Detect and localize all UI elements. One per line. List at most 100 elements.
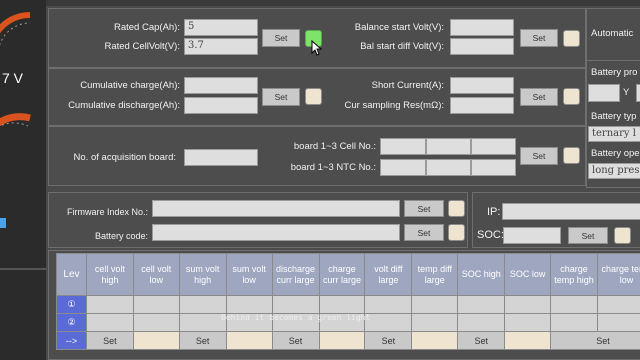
mouse-cursor-icon <box>311 40 323 56</box>
header-cell-volt-high: cell volt high <box>85 253 134 296</box>
battery-code-status-light <box>448 224 465 241</box>
table-cell[interactable] <box>85 295 134 314</box>
bal-diff-input[interactable] <box>450 38 514 55</box>
volt-diff-set-button[interactable]: Set <box>364 331 413 350</box>
gauge-top <box>0 12 31 46</box>
strip-divider <box>0 268 46 270</box>
current-set-button[interactable]: Set <box>520 88 558 106</box>
table-cell[interactable] <box>318 295 366 314</box>
header-volt-diff-large: volt diff large <box>364 253 413 296</box>
table-cell[interactable] <box>457 295 506 314</box>
ntc-no-input-1[interactable] <box>380 159 426 176</box>
top-edge-bar <box>46 0 640 6</box>
discharge-curr-set-button[interactable]: Set <box>271 331 320 350</box>
cell-no-input-2[interactable] <box>426 138 471 155</box>
battery-type-label: Battery typ <box>591 111 637 122</box>
table-cell[interactable] <box>178 313 227 332</box>
header-sum-volt-low: sum volt low <box>225 253 273 296</box>
temp-diff-status-light <box>411 331 459 350</box>
table-cell[interactable] <box>132 295 180 314</box>
table-cell[interactable] <box>504 313 552 332</box>
level-2-marker: ② <box>56 313 87 332</box>
charge-curr-status-light <box>318 331 366 350</box>
cum-charge-input[interactable] <box>184 77 258 94</box>
table-cell[interactable] <box>364 313 413 332</box>
ip-input[interactable] <box>502 203 640 220</box>
cum-discharge-label: Cumulative discharge(Ah): <box>68 100 180 111</box>
sum-volt-low-status-light <box>225 331 273 350</box>
rated-cap-label: Rated Cap(Ah): <box>113 22 180 33</box>
table-cell[interactable] <box>550 313 598 332</box>
ntc-no-label: board 1~3 NTC No.: <box>290 162 376 173</box>
table-row: --> Set Set Set Set Set Set <box>56 331 640 350</box>
short-current-label: Short Current(A): <box>371 80 444 91</box>
table-cell[interactable] <box>271 295 320 314</box>
cur-sampling-input[interactable] <box>450 97 514 114</box>
cumulative-status-light <box>305 88 322 105</box>
battery-pro-input-2[interactable] <box>636 84 640 102</box>
battery-code-input[interactable] <box>152 224 400 241</box>
cum-charge-label: Cumulative charge(Ah): <box>80 80 180 91</box>
battery-ope-label: Battery ope <box>591 148 640 159</box>
table-cell[interactable] <box>225 295 273 314</box>
voltage-readout: 7 V <box>2 70 24 86</box>
charge-temp-set-button[interactable]: Set <box>550 331 640 350</box>
cell-volt-high-set-button[interactable]: Set <box>85 331 134 350</box>
soc-high-set-button[interactable]: Set <box>457 331 506 350</box>
soc-input[interactable] <box>503 227 561 244</box>
alarm-level-table: Lev cell volt high cell volt low sum vol… <box>56 253 640 350</box>
ntc-no-input-3[interactable] <box>471 159 516 176</box>
rated-set-button[interactable]: Set <box>262 29 300 47</box>
sum-volt-high-set-button[interactable]: Set <box>178 331 227 350</box>
automatic-label: Automatic <box>591 28 634 39</box>
ntc-no-input-2[interactable] <box>426 159 471 176</box>
firmware-set-button[interactable]: Set <box>404 200 444 217</box>
table-cell[interactable] <box>132 313 180 332</box>
header-charge-temp-low: charge temp low <box>597 253 640 296</box>
table-cell[interactable] <box>550 295 598 314</box>
table-cell[interactable] <box>504 295 552 314</box>
table-cell[interactable] <box>457 313 506 332</box>
battery-code-label: Battery code: <box>94 231 148 241</box>
header-charge-temp-high: charge temp high <box>550 253 598 296</box>
table-cell[interactable] <box>597 295 640 314</box>
battery-pro-input[interactable] <box>588 84 620 102</box>
ip-label: IP: <box>487 206 501 218</box>
cum-discharge-input[interactable] <box>184 97 258 114</box>
cell-no-input-1[interactable] <box>380 138 426 155</box>
cell-no-label: board 1~3 Cell No.: <box>293 141 376 152</box>
firmware-label: Firmware Index No.: <box>66 207 148 217</box>
right-divider-1 <box>586 60 640 61</box>
battery-ope-select[interactable]: long pres <box>588 163 640 179</box>
table-cell[interactable] <box>85 313 134 332</box>
battery-code-set-button[interactable]: Set <box>404 224 444 241</box>
table-cell[interactable] <box>411 295 459 314</box>
acquisition-status-light <box>563 147 580 164</box>
balance-status-light <box>563 30 580 47</box>
soc-status-light <box>614 227 631 244</box>
cell-volt-low-status-light <box>132 331 180 350</box>
short-current-input[interactable] <box>450 77 514 94</box>
battery-type-select[interactable]: ternary l <box>588 126 640 142</box>
rated-cap-input[interactable]: 5 <box>184 19 258 36</box>
cumulative-set-button[interactable]: Set <box>262 88 300 106</box>
acq-board-input[interactable] <box>184 149 258 166</box>
cell-no-input-3[interactable] <box>471 138 516 155</box>
balance-start-label: Balance start Volt(V): <box>354 22 444 33</box>
table-cell[interactable] <box>597 313 640 332</box>
header-temp-diff-large: temp diff large <box>411 253 459 296</box>
rated-cellvolt-input[interactable]: 3.7 <box>184 38 258 55</box>
balance-start-input[interactable] <box>450 19 514 36</box>
rated-cellvolt-label: Rated CellVolt(V): <box>104 41 180 52</box>
table-cell[interactable] <box>411 313 459 332</box>
table-cell[interactable] <box>178 295 227 314</box>
acquisition-set-button[interactable]: Set <box>520 147 558 165</box>
firmware-input[interactable] <box>152 200 400 217</box>
table-cell[interactable] <box>364 295 413 314</box>
gauge-bottom <box>0 113 31 188</box>
soc-set-button[interactable]: Set <box>568 227 608 244</box>
header-cell-volt-low: cell volt low <box>132 253 180 296</box>
firmware-status-light <box>448 200 465 217</box>
balance-set-button[interactable]: Set <box>520 29 558 47</box>
soc-low-status-light <box>504 331 552 350</box>
